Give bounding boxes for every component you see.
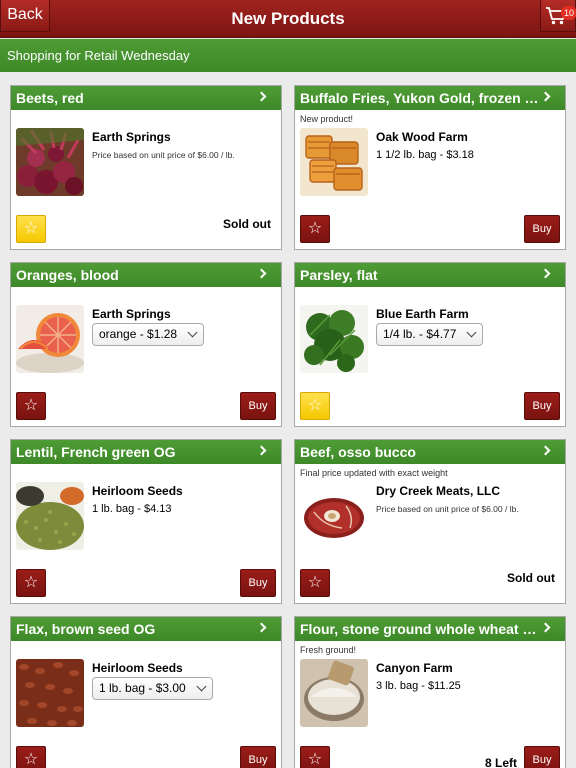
farm-name: Dry Creek Meats, LLC bbox=[376, 484, 501, 498]
star-icon: ☆ bbox=[307, 397, 323, 414]
sold-out-status: Sold out bbox=[507, 571, 555, 585]
product-image[interactable] bbox=[300, 305, 368, 373]
product-name: Beef, osso bucco bbox=[300, 444, 416, 460]
product-image[interactable] bbox=[300, 482, 368, 550]
star-icon: ☆ bbox=[307, 220, 323, 237]
product-card: Beets, red Earth Springs Price based on … bbox=[10, 85, 282, 250]
farm-name: Blue Earth Farm bbox=[376, 307, 469, 321]
favorite-button[interactable]: ☆ bbox=[16, 392, 46, 420]
star-icon: ☆ bbox=[23, 397, 39, 414]
product-note: New product! bbox=[300, 114, 354, 124]
star-icon: ☆ bbox=[23, 751, 39, 768]
star-icon: ☆ bbox=[23, 220, 39, 237]
product-image[interactable] bbox=[300, 659, 368, 727]
product-image[interactable] bbox=[16, 128, 84, 196]
product-card: Flax, brown seed OG Heirloom Seeds 1 lb.… bbox=[10, 616, 282, 768]
favorite-button[interactable]: ☆ bbox=[300, 569, 330, 597]
chevron-down-icon bbox=[187, 327, 198, 338]
select-value: 1 lb. bag - $3.00 bbox=[99, 681, 186, 695]
top-navigation-bar: Back New Products 10 bbox=[0, 0, 576, 38]
product-title-link[interactable]: Lentil, French green OG bbox=[11, 440, 281, 464]
cart-button[interactable]: 10 bbox=[540, 0, 576, 32]
page-title: New Products bbox=[231, 9, 345, 28]
product-title-link[interactable]: Flax, brown seed OG bbox=[11, 617, 281, 641]
select-value: 1/4 lb. - $4.77 bbox=[383, 327, 457, 341]
unit-price-select[interactable]: 1/4 lb. - $4.77 bbox=[376, 323, 484, 346]
product-name: Beets, red bbox=[16, 90, 84, 106]
chevron-right-icon bbox=[256, 445, 267, 456]
shopping-context-bar: Shopping for Retail Wednesday bbox=[0, 39, 576, 72]
product-card: Flour, stone ground whole wheat OG Fresh… bbox=[294, 616, 566, 768]
product-price-detail: Price based on unit price of $6.00 / lb. bbox=[92, 150, 235, 160]
product-image[interactable] bbox=[16, 482, 84, 550]
farm-name: Earth Springs bbox=[92, 307, 171, 321]
star-icon: ☆ bbox=[23, 574, 39, 591]
chevron-right-icon bbox=[256, 622, 267, 633]
favorite-button[interactable]: ☆ bbox=[16, 569, 46, 597]
buy-button[interactable]: Buy bbox=[524, 746, 560, 768]
product-image[interactable] bbox=[300, 128, 368, 196]
product-title-link[interactable]: Buffalo Fries, Yukon Gold, frozen OG bbox=[295, 86, 565, 110]
product-title-link[interactable]: Beets, red bbox=[11, 86, 281, 110]
unit-price-select[interactable]: orange - $1.28 bbox=[92, 323, 205, 346]
buy-button[interactable]: Buy bbox=[524, 215, 560, 243]
select-value: orange - $1.28 bbox=[99, 327, 178, 341]
unit-price-select[interactable]: 1 lb. bag - $3.00 bbox=[92, 677, 213, 700]
product-card: Parsley, flat Blue Earth Farm 1/4 lb. - … bbox=[294, 262, 566, 427]
farm-name: Canyon Farm bbox=[376, 661, 453, 675]
product-name: Parsley, flat bbox=[300, 267, 378, 283]
product-card: Buffalo Fries, Yukon Gold, frozen OG New… bbox=[294, 85, 566, 250]
chevron-right-icon bbox=[540, 268, 551, 279]
favorite-button[interactable]: ☆ bbox=[16, 215, 46, 243]
chevron-down-icon bbox=[466, 327, 477, 338]
farm-name: Heirloom Seeds bbox=[92, 484, 183, 498]
product-price-detail: 3 lb. bag - $11.25 bbox=[376, 680, 461, 692]
product-card: Beef, osso bucco Final price updated wit… bbox=[294, 439, 566, 604]
product-price-detail: Price based on unit price of $6.00 / lb. bbox=[376, 504, 519, 514]
product-title-link[interactable]: Flour, stone ground whole wheat OG bbox=[295, 617, 565, 641]
favorite-button[interactable]: ☆ bbox=[300, 392, 330, 420]
product-name: Flour, stone ground whole wheat OG bbox=[300, 621, 545, 637]
buy-button[interactable]: Buy bbox=[524, 392, 560, 420]
product-name: Lentil, French green OG bbox=[16, 444, 176, 460]
favorite-button[interactable]: ☆ bbox=[300, 215, 330, 243]
product-image[interactable] bbox=[16, 659, 84, 727]
product-card: Lentil, French green OG Heirloom Seeds 1… bbox=[10, 439, 282, 604]
chevron-right-icon bbox=[256, 91, 267, 102]
chevron-right-icon bbox=[540, 445, 551, 456]
farm-name: Earth Springs bbox=[92, 130, 171, 144]
favorite-button[interactable]: ☆ bbox=[16, 746, 46, 768]
buy-button[interactable]: Buy bbox=[240, 392, 276, 420]
star-icon: ☆ bbox=[307, 574, 323, 591]
product-title-link[interactable]: Beef, osso bucco bbox=[295, 440, 565, 464]
cart-count-badge: 10 bbox=[561, 6, 576, 20]
product-name: Oranges, blood bbox=[16, 267, 119, 283]
chevron-right-icon bbox=[256, 268, 267, 279]
product-name: Flax, brown seed OG bbox=[16, 621, 156, 637]
product-title-link[interactable]: Oranges, blood bbox=[11, 263, 281, 287]
buy-button[interactable]: Buy bbox=[240, 746, 276, 768]
product-price-detail: 1 1/2 lb. bag - $3.18 bbox=[376, 149, 474, 161]
product-title-link[interactable]: Parsley, flat bbox=[295, 263, 565, 287]
favorite-button[interactable]: ☆ bbox=[300, 746, 330, 768]
product-image[interactable] bbox=[16, 305, 84, 373]
buy-button[interactable]: Buy bbox=[240, 569, 276, 597]
product-note: Fresh ground! bbox=[300, 645, 357, 655]
product-name: Buffalo Fries, Yukon Gold, frozen OG bbox=[300, 90, 547, 106]
chevron-down-icon bbox=[196, 681, 207, 692]
product-price-detail: 1 lb. bag - $4.13 bbox=[92, 503, 172, 515]
product-card: Oranges, blood Earth Springs orange - $1… bbox=[10, 262, 282, 427]
stock-remaining: 8 Left bbox=[484, 756, 517, 768]
sold-out-status: Sold out bbox=[223, 217, 271, 231]
star-icon: ☆ bbox=[307, 751, 323, 768]
farm-name: Oak Wood Farm bbox=[376, 130, 468, 144]
product-note: Final price updated with exact weight bbox=[300, 468, 448, 478]
farm-name: Heirloom Seeds bbox=[92, 661, 183, 675]
